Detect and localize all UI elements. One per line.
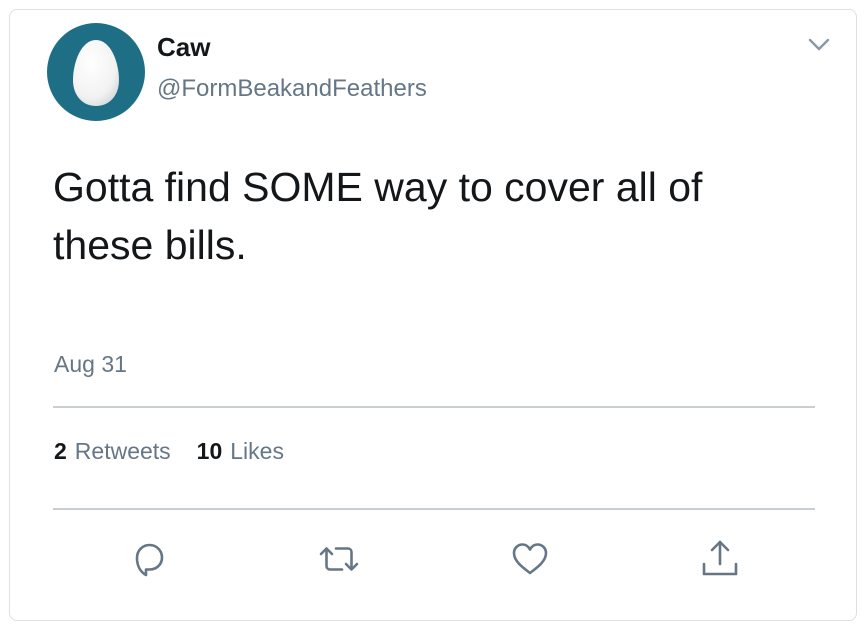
tweet-menu-button[interactable] [804,30,834,60]
author-handle[interactable]: @FormBeakandFeathers [157,74,427,104]
share-icon [702,540,738,576]
tweet-timestamp[interactable]: Aug 31 [54,349,127,379]
divider [53,508,815,510]
retweet-button[interactable] [317,537,361,581]
retweets-stat[interactable]: 2 Retweets [54,436,171,466]
tweet-text: Gotta find SOME way to cover all of thes… [53,164,703,268]
egg-avatar-icon [73,40,119,106]
chevron-down-icon [808,38,830,51]
avatar[interactable] [47,23,145,121]
tweet-stats: 2 Retweets 10 Likes [54,436,284,466]
tweet-actions [0,537,866,581]
share-button[interactable] [698,537,742,581]
likes-label: Likes [230,438,284,464]
heart-icon [512,543,548,575]
likes-count: 10 [196,438,223,464]
like-button[interactable] [508,537,552,581]
likes-stat[interactable]: 10 Likes [197,436,284,466]
reply-button[interactable] [127,537,171,581]
retweets-label: Retweets [74,438,171,464]
tweet-card [9,9,857,621]
retweet-icon [319,547,359,571]
reply-icon [135,543,164,577]
divider [53,406,815,408]
retweets-count: 2 [54,438,67,464]
author-display-name[interactable]: Caw [157,31,210,63]
